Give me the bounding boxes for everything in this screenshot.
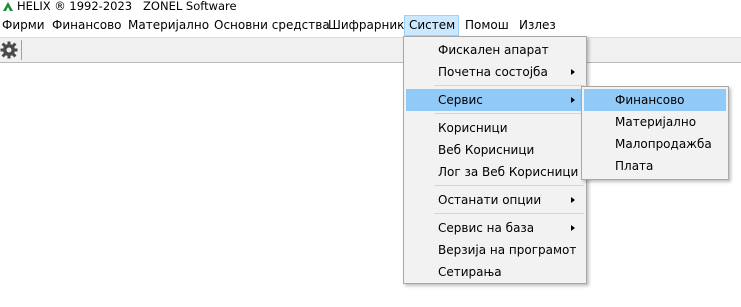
menu-item-label: Сетирања	[438, 265, 502, 279]
menu-pomos[interactable]: Помош	[465, 15, 509, 36]
helix-logo-icon	[3, 2, 13, 11]
toolbar-separator	[21, 40, 22, 60]
submenu-item-label: Финансово	[615, 93, 685, 107]
menu-osnovni-sredstva[interactable]: Основни средства	[214, 15, 330, 36]
submenu-item-materijalno[interactable]: Материјално	[584, 111, 726, 133]
menu-bar: Фирми Финансово Материјално Основни сред…	[0, 15, 741, 36]
menu-item-label: Веб Корисници	[438, 143, 535, 157]
submenu-arrow-icon	[571, 69, 575, 75]
menu-materijalno[interactable]: Материјално	[128, 15, 209, 36]
submenu-item-label: Материјално	[615, 115, 697, 129]
service-submenu: Финансово Материјално Малопродажба Плата	[581, 86, 729, 180]
submenu-item-label: Плата	[615, 159, 654, 173]
gear-icon[interactable]	[0, 40, 20, 60]
submenu-arrow-icon	[571, 97, 575, 103]
toolbar	[0, 37, 741, 63]
system-menu: Фискален апарат Почетна состојба Сервис …	[403, 36, 587, 284]
menu-item-label: Сервис на база	[438, 221, 535, 235]
menu-finansovo[interactable]: Финансово	[52, 15, 122, 36]
menu-item-ostanati-opcii[interactable]: Останати опции	[406, 189, 584, 211]
menu-item-label: Верзија на програмот	[438, 243, 577, 257]
menu-item-label: Останати опции	[438, 193, 542, 207]
menu-item-korisnici[interactable]: Корисници	[406, 117, 584, 139]
menu-item-fiskalen-aparat[interactable]: Фискален апарат	[406, 39, 584, 61]
menu-item-servis-na-baza[interactable]: Сервис на база	[406, 217, 584, 239]
menu-item-verzija[interactable]: Верзија на програмот	[406, 239, 584, 261]
menu-sifrarnik[interactable]: Шифрарник	[328, 15, 404, 36]
menu-sistem[interactable]: Систем	[404, 15, 459, 36]
menu-item-log-veb-korisnici[interactable]: Лог за Веб Корисници	[406, 161, 584, 183]
menu-item-setiranja[interactable]: Сетирања	[406, 261, 584, 283]
menu-separator	[434, 213, 584, 214]
menu-separator	[434, 113, 584, 114]
menu-separator	[434, 185, 584, 186]
submenu-item-finansovo[interactable]: Финансово	[584, 89, 726, 111]
menu-izlez[interactable]: Излез	[519, 15, 556, 36]
submenu-item-plata[interactable]: Плата	[584, 155, 726, 177]
window-title: HELIX ® 1992-2023 ZONEL Software	[17, 0, 237, 13]
menu-item-pocetna-sostojba[interactable]: Почетна состојба	[406, 61, 584, 83]
title-bar: HELIX ® 1992-2023 ZONEL Software	[0, 0, 741, 14]
menu-item-label: Почетна состојба	[438, 65, 548, 79]
menu-separator	[434, 85, 584, 86]
menu-item-label: Лог за Веб Корисници	[438, 165, 579, 179]
submenu-arrow-icon	[571, 197, 575, 203]
menu-item-label: Фискален апарат	[438, 43, 549, 57]
submenu-item-label: Малопродажба	[615, 137, 712, 151]
menu-item-veb-korisnici[interactable]: Веб Корисници	[406, 139, 584, 161]
menu-firmi[interactable]: Фирми	[2, 15, 45, 36]
menu-item-label: Корисници	[438, 121, 508, 135]
menu-item-label: Сервис	[438, 93, 483, 107]
submenu-arrow-icon	[571, 225, 575, 231]
submenu-item-maloprodazba[interactable]: Малопродажба	[584, 133, 726, 155]
menu-item-servis[interactable]: Сервис	[406, 89, 584, 111]
